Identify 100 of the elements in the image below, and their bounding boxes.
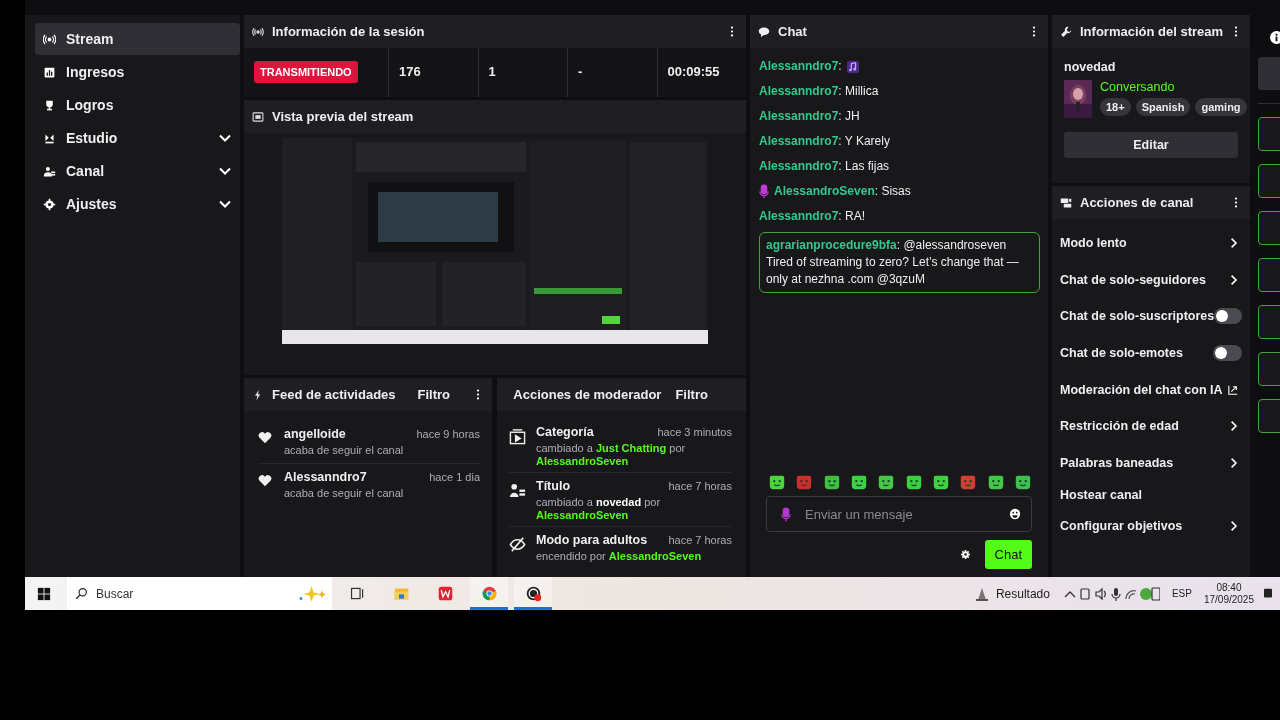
browser-icon (480, 585, 498, 602)
speech-bubble-icon (758, 25, 770, 38)
panel-title: Acciones de moderador (513, 387, 662, 402)
user-card-icon (509, 482, 526, 499)
filter-button[interactable]: Filtro (411, 387, 456, 402)
chart-icon (43, 65, 56, 79)
chevron-right-icon (1230, 237, 1238, 250)
live-badge: TRANSMITIENDO (254, 61, 358, 83)
info-icon[interactable] (1270, 31, 1280, 44)
clock-time[interactable]: 08:40 (1216, 581, 1242, 594)
chat-button[interactable]: Chat (984, 540, 1032, 569)
tag[interactable]: Spanish (1135, 98, 1191, 116)
screen-icon (252, 110, 264, 123)
timestamp: hace 7 horas (668, 534, 732, 546)
timestamp: hace 7 horas (668, 480, 732, 492)
action-title: Modo para adultos (536, 533, 648, 547)
stream-title: novedad (1064, 60, 1117, 74)
message-field[interactable]: Enviar un mensaje (803, 505, 997, 523)
channel-action[interactable]: Modo lento (1060, 236, 1127, 251)
emote-icon[interactable] (877, 473, 896, 491)
panel-title: Chat (778, 24, 808, 39)
sidebar-item[interactable]: Logros (35, 89, 240, 121)
message-bar[interactable]: Enviar un mensaje (766, 496, 1032, 532)
action-description: cambiado a Just Chatting por AlessandroSeven (536, 442, 687, 468)
panel-title: Información de la sesión (272, 24, 426, 39)
channel-action[interactable]: Palabras baneadas (1060, 455, 1174, 470)
taskbar-search-field[interactable]: Buscar (67, 577, 332, 610)
sidebar-item[interactable]: Estudio (35, 122, 240, 154)
channel-action[interactable]: Restricción de edad (1060, 419, 1179, 434)
channel-action[interactable]: Chat de solo-seguidores (1060, 272, 1206, 287)
emoji-icon[interactable] (1009, 508, 1021, 520)
clock-date[interactable]: 17/09/2025 (1203, 593, 1254, 606)
chat-message: Alessanndro7: Millica (759, 83, 879, 100)
filter-button[interactable]: Filtro (669, 387, 714, 402)
toggle-switch[interactable] (1214, 308, 1242, 325)
channel-action[interactable]: Chat de solo-suscriptores (1060, 309, 1215, 324)
more-icon[interactable] (1032, 26, 1036, 37)
rail-button[interactable] (1258, 352, 1280, 386)
rail-button[interactable] (1258, 258, 1280, 292)
search-icon (75, 587, 88, 600)
emote-icon[interactable] (1013, 473, 1032, 491)
weather-text[interactable]: Resultado (995, 586, 1050, 601)
chevron-right-icon (1230, 520, 1238, 533)
language-indicator[interactable]: ESP (1171, 588, 1192, 599)
emote-icon[interactable] (931, 473, 950, 491)
chat-message: Alessanndro7: Y Karely (759, 133, 890, 150)
emote-icon[interactable] (850, 473, 868, 491)
notification-icon[interactable] (1264, 587, 1272, 600)
emote-icon[interactable] (768, 473, 786, 491)
activity-text: acaba de seguir el canal (284, 487, 405, 500)
panel-title: Feed de actividades (272, 387, 397, 402)
task-view-icon (348, 585, 366, 602)
sidebar-item[interactable]: Ingresos (35, 56, 240, 88)
tag[interactable]: gaming (1195, 98, 1247, 116)
gear-icon (43, 197, 56, 211)
edit-button[interactable]: Editar (1064, 132, 1238, 158)
toggle-switch[interactable] (1213, 345, 1242, 362)
emote-icon[interactable] (822, 473, 841, 491)
timestamp: hace 9 horas (416, 428, 480, 440)
rail-button[interactable] (1258, 211, 1280, 245)
more-icon[interactable] (1234, 197, 1238, 208)
chat-message: Alessanndro7: RA! (759, 208, 866, 225)
sidebar-item[interactable]: Canal (35, 155, 240, 187)
panel-title: Información del stream (1080, 24, 1225, 39)
heart-icon (258, 474, 272, 487)
system-tray-icons[interactable] (1063, 585, 1160, 602)
emote-icon[interactable] (904, 473, 923, 491)
channel-action[interactable]: Chat de solo-emotes (1060, 346, 1183, 361)
channel-action[interactable]: Configurar objetivos (1060, 519, 1183, 534)
channel-action[interactable]: Hostear canal (1060, 487, 1142, 502)
rail-button[interactable] (1258, 399, 1280, 433)
emote-icon[interactable] (959, 473, 978, 491)
sidebar-item[interactable]: Stream (35, 23, 240, 55)
action-title: Título (536, 479, 570, 493)
channel-action[interactable]: Moderación del chat con IA (1060, 382, 1223, 397)
settings-icon[interactable] (959, 549, 971, 560)
windows-start-icon[interactable] (37, 586, 51, 601)
tag[interactable]: 18+ (1100, 98, 1131, 116)
emote-icon[interactable] (986, 473, 1005, 491)
follower-name: angelloide (284, 427, 346, 441)
rail-button[interactable] (1258, 164, 1280, 198)
taskbar-app[interactable] (514, 577, 552, 610)
action-description: cambiado a novedad por AlessandroSeven (536, 496, 662, 522)
timestamp: hace 1 dia (429, 471, 480, 483)
category-link[interactable]: Conversando (1100, 80, 1238, 94)
document-app-icon (436, 585, 454, 602)
more-icon[interactable] (476, 389, 480, 400)
chat-message: AlessandroSeven: Sisas (774, 183, 911, 200)
rail-button[interactable] (1258, 305, 1280, 339)
more-icon[interactable] (1234, 26, 1238, 37)
heart-icon (258, 431, 272, 444)
rail-button[interactable] (1258, 117, 1280, 151)
music-note-emote (846, 60, 859, 73)
wrench-icon (1060, 25, 1072, 38)
sidebar-item[interactable]: Ajustes (35, 188, 240, 220)
chevron-right-icon (1230, 273, 1238, 286)
chevron-right-icon (1230, 420, 1238, 433)
action-title: Categoría (536, 425, 594, 439)
more-icon[interactable] (730, 26, 734, 37)
chat-message: Alessanndro7: (759, 58, 842, 75)
